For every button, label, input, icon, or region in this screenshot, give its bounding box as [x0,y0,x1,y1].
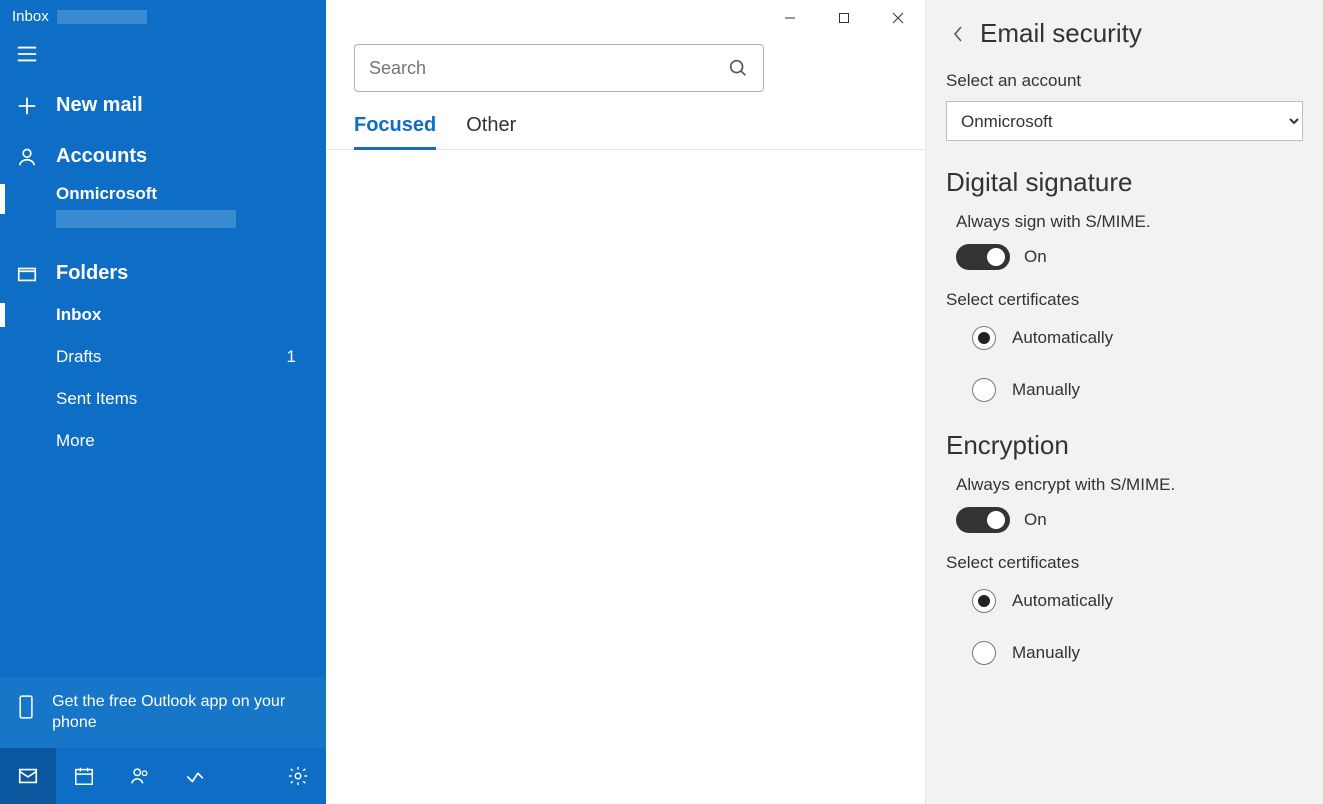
always-encrypt-label: Always encrypt with S/MIME. [956,475,1303,495]
promo-text: Get the free Outlook app on your phone [52,691,310,734]
radio-button [972,378,996,402]
accounts-label: Accounts [56,145,147,168]
folders-header[interactable]: Folders [0,252,326,295]
main-pane: Focused Other [326,0,925,804]
nav-mail[interactable] [0,748,56,804]
folder-label: More [56,431,95,451]
window-controls [763,0,925,36]
todo-icon [185,765,207,787]
sign-toggle-state: On [1024,247,1047,267]
always-sign-label: Always sign with S/MIME. [956,212,1303,232]
mail-icon [17,765,39,787]
sign-cert-auto[interactable]: Automatically [972,326,1303,350]
calendar-icon [73,765,95,787]
folder-icon [16,263,38,285]
window-maximize[interactable] [817,0,871,36]
encrypt-cert-auto[interactable]: Automatically [972,589,1303,613]
folder-label: Sent Items [56,389,137,409]
settings-back-button[interactable] [946,22,970,46]
outlook-app-promo[interactable]: Get the free Outlook app on your phone [0,677,326,748]
search-input[interactable] [369,58,727,79]
encrypt-toggle[interactable] [956,507,1010,533]
folder-inbox[interactable]: Inbox [0,295,326,335]
folders-label: Folders [56,262,128,285]
search-icon [727,57,749,79]
settings-panel: Email security Select an account Onmicro… [925,0,1323,804]
account-item[interactable]: Onmicrosoft [0,178,326,234]
radio-button [972,589,996,613]
radio-button [972,641,996,665]
tab-focused[interactable]: Focused [354,114,436,149]
inbox-tabs: Focused Other [326,102,925,150]
settings-title: Email security [980,18,1142,49]
folder-sent[interactable]: Sent Items [0,379,326,419]
window-close[interactable] [871,0,925,36]
folder-count: 1 [287,347,296,367]
minimize-icon [784,12,796,24]
select-account-label: Select an account [946,71,1303,91]
window-title-text: Inbox [12,8,49,25]
encrypt-select-cert-label: Select certificates [946,553,1303,573]
hamburger-button[interactable] [0,33,326,84]
person-icon [16,146,38,168]
nav-calendar[interactable] [56,748,112,804]
bottom-nav [0,748,326,804]
encrypt-cert-manual[interactable]: Manually [972,641,1303,665]
nav-people[interactable] [112,748,168,804]
hamburger-icon [16,43,38,65]
plus-icon [16,95,38,117]
encrypt-toggle-state: On [1024,510,1047,530]
radio-label: Automatically [1012,591,1113,611]
sidebar: Inbox New mail Accounts Onmicrosoft Fold… [0,0,326,804]
folder-drafts[interactable]: Drafts 1 [0,337,326,377]
search-box[interactable] [354,44,764,92]
close-icon [892,12,904,24]
sign-cert-manual[interactable]: Manually [972,378,1303,402]
sign-select-cert-label: Select certificates [946,290,1303,310]
tab-other[interactable]: Other [466,114,516,149]
account-email-redacted [56,210,236,228]
maximize-icon [838,12,850,24]
folder-label: Inbox [56,305,101,325]
title-redacted [57,10,147,24]
radio-label: Manually [1012,380,1080,400]
nav-todo[interactable] [168,748,224,804]
phone-icon [16,693,36,721]
sign-toggle[interactable] [956,244,1010,270]
people-icon [129,765,151,787]
new-mail-label: New mail [56,94,143,117]
account-name: Onmicrosoft [56,184,310,204]
gear-icon [287,765,309,787]
folder-more[interactable]: More [0,421,326,461]
nav-settings[interactable] [270,748,326,804]
active-marker [0,303,5,327]
window-title: Inbox [0,0,326,33]
radio-label: Automatically [1012,328,1113,348]
encryption-heading: Encryption [946,430,1303,461]
folder-label: Drafts [56,347,101,367]
window-minimize[interactable] [763,0,817,36]
chevron-left-icon [953,26,963,42]
radio-button [972,326,996,350]
new-mail-button[interactable]: New mail [0,84,326,135]
accounts-header[interactable]: Accounts [0,135,326,178]
account-select[interactable]: Onmicrosoft [946,101,1303,141]
active-marker [0,184,5,214]
radio-label: Manually [1012,643,1080,663]
digital-signature-heading: Digital signature [946,167,1303,198]
